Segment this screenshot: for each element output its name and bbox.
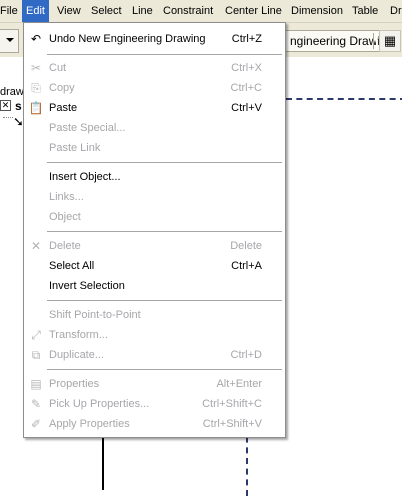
menu-select[interactable]: Select xyxy=(87,0,126,22)
menu-item-pick-up-properties: ✎ Pick Up Properties... Ctrl+Shift+C xyxy=(24,394,285,414)
menu-item-shortcut: Ctrl+Shift+V xyxy=(202,418,262,430)
menu-item-label: Links... xyxy=(49,191,84,203)
menu-item-shortcut: Ctrl+Shift+C xyxy=(202,398,262,410)
menu-item-shortcut: Delete xyxy=(230,240,262,252)
menu-item-label: Paste Special... xyxy=(49,122,126,134)
tree-connector xyxy=(3,117,13,119)
menu-item-cut: ✂ Cut Ctrl+X xyxy=(24,58,285,78)
menu-item-paste-special: Paste Special... xyxy=(24,118,285,138)
menu-separator xyxy=(47,300,282,301)
menu-item-shortcut: Ctrl+V xyxy=(231,102,262,114)
menu-item-copy: ⎘ Copy Ctrl+C xyxy=(24,78,285,98)
menu-item-invert-selection[interactable]: Invert Selection xyxy=(24,276,285,296)
menu-separator xyxy=(47,54,282,55)
menu-table[interactable]: Table xyxy=(348,0,382,22)
tree-title: draw xyxy=(0,86,24,98)
grid-icon[interactable]: ▦ xyxy=(379,30,401,52)
menu-edit[interactable]: Edit xyxy=(22,0,49,22)
menu-item-insert-object[interactable]: Insert Object... xyxy=(24,167,285,187)
menu-item-paste-link: Paste Link xyxy=(24,138,285,158)
menu-separator xyxy=(47,231,282,232)
menu-item-label: Apply Properties xyxy=(49,418,130,430)
menu-center-line[interactable]: Center Line xyxy=(221,0,286,22)
properties-icon: ▤ xyxy=(30,377,42,391)
menu-item-label: Cut xyxy=(49,62,67,74)
menu-item-label: Paste Link xyxy=(49,142,101,154)
menu-item-shortcut: Ctrl+C xyxy=(230,82,262,94)
tree-root-label: s xyxy=(15,99,22,113)
menu-item-label: Undo New Engineering Drawing xyxy=(49,33,206,45)
menu-item-label: Pick Up Properties... xyxy=(49,398,150,410)
apply-properties-icon: ✐ xyxy=(30,417,42,431)
menu-item-label: Select All xyxy=(49,260,95,272)
menu-item-label: Shift Point-to-Point xyxy=(49,309,141,321)
toolbar-separator xyxy=(373,33,377,49)
menu-dimension[interactable]: Dimension xyxy=(287,0,347,22)
sheet-border-dashed-horizontal xyxy=(286,98,402,100)
menu-item-label: Copy xyxy=(49,82,75,94)
menu-separator xyxy=(47,162,282,163)
menubar: File Edit View Select Line Constraint Ce… xyxy=(0,0,402,23)
copy-icon: ⎘ xyxy=(31,81,41,95)
chevron-down-icon xyxy=(6,38,14,42)
eyedropper-icon: ✎ xyxy=(30,397,42,411)
edit-menu: ↶ Undo New Engineering Drawing Ctrl+Z ✂ … xyxy=(23,22,286,438)
menu-line[interactable]: Line xyxy=(128,0,157,22)
menu-view[interactable]: View xyxy=(53,0,85,22)
menu-item-shortcut: Ctrl+X xyxy=(231,62,262,74)
menu-separator xyxy=(47,369,282,370)
menu-item-label: Duplicate... xyxy=(49,349,105,361)
delete-x-icon: ✕ xyxy=(30,239,42,253)
scissors-icon: ✂ xyxy=(30,61,42,75)
menu-constraint[interactable]: Constraint xyxy=(159,0,217,22)
menu-item-transform: ⤢ Transform... xyxy=(24,325,285,345)
menu-item-label: Properties xyxy=(49,378,100,390)
menu-item-shortcut: Ctrl+D xyxy=(230,349,262,361)
menu-item-label: Transform... xyxy=(49,329,108,341)
menu-item-label: Object xyxy=(49,211,81,223)
menu-draw[interactable]: Dr xyxy=(386,0,402,22)
menu-item-object: Object xyxy=(24,207,285,227)
tree-checkbox-icon[interactable]: ✕ xyxy=(0,100,11,111)
undo-icon: ↶ xyxy=(30,32,42,46)
menu-item-delete: ✕ Delete Delete xyxy=(24,236,285,256)
menu-item-shortcut: Alt+Enter xyxy=(216,378,262,390)
menu-item-properties: ▤ Properties Alt+Enter xyxy=(24,374,285,394)
menu-item-duplicate: ⧉ Duplicate... Ctrl+D xyxy=(24,345,285,365)
transform-icon: ⤢ xyxy=(31,328,41,342)
menu-item-label: Paste xyxy=(49,102,78,114)
menu-item-shortcut: Ctrl+A xyxy=(231,260,262,272)
menu-item-paste[interactable]: 📋 Paste Ctrl+V xyxy=(24,98,285,118)
menu-item-undo[interactable]: ↶ Undo New Engineering Drawing Ctrl+Z xyxy=(24,29,285,49)
toolbar-dropdown[interactable] xyxy=(0,29,19,53)
menu-item-label: Delete xyxy=(49,240,81,252)
menu-item-select-all[interactable]: Select All Ctrl+A xyxy=(24,256,285,276)
menu-item-links: Links... xyxy=(24,187,285,207)
duplicate-icon: ⧉ xyxy=(31,348,41,362)
menu-file[interactable]: File xyxy=(0,0,22,22)
menu-item-label: Invert Selection xyxy=(49,280,125,292)
menu-item-shortcut: Ctrl+Z xyxy=(231,33,262,45)
menu-item-label: Insert Object... xyxy=(49,171,121,183)
menu-item-shift-point: Shift Point-to-Point xyxy=(24,305,285,325)
menu-item-apply-properties: ✐ Apply Properties Ctrl+Shift+V xyxy=(24,414,285,434)
paste-icon: 📋 xyxy=(28,101,44,115)
